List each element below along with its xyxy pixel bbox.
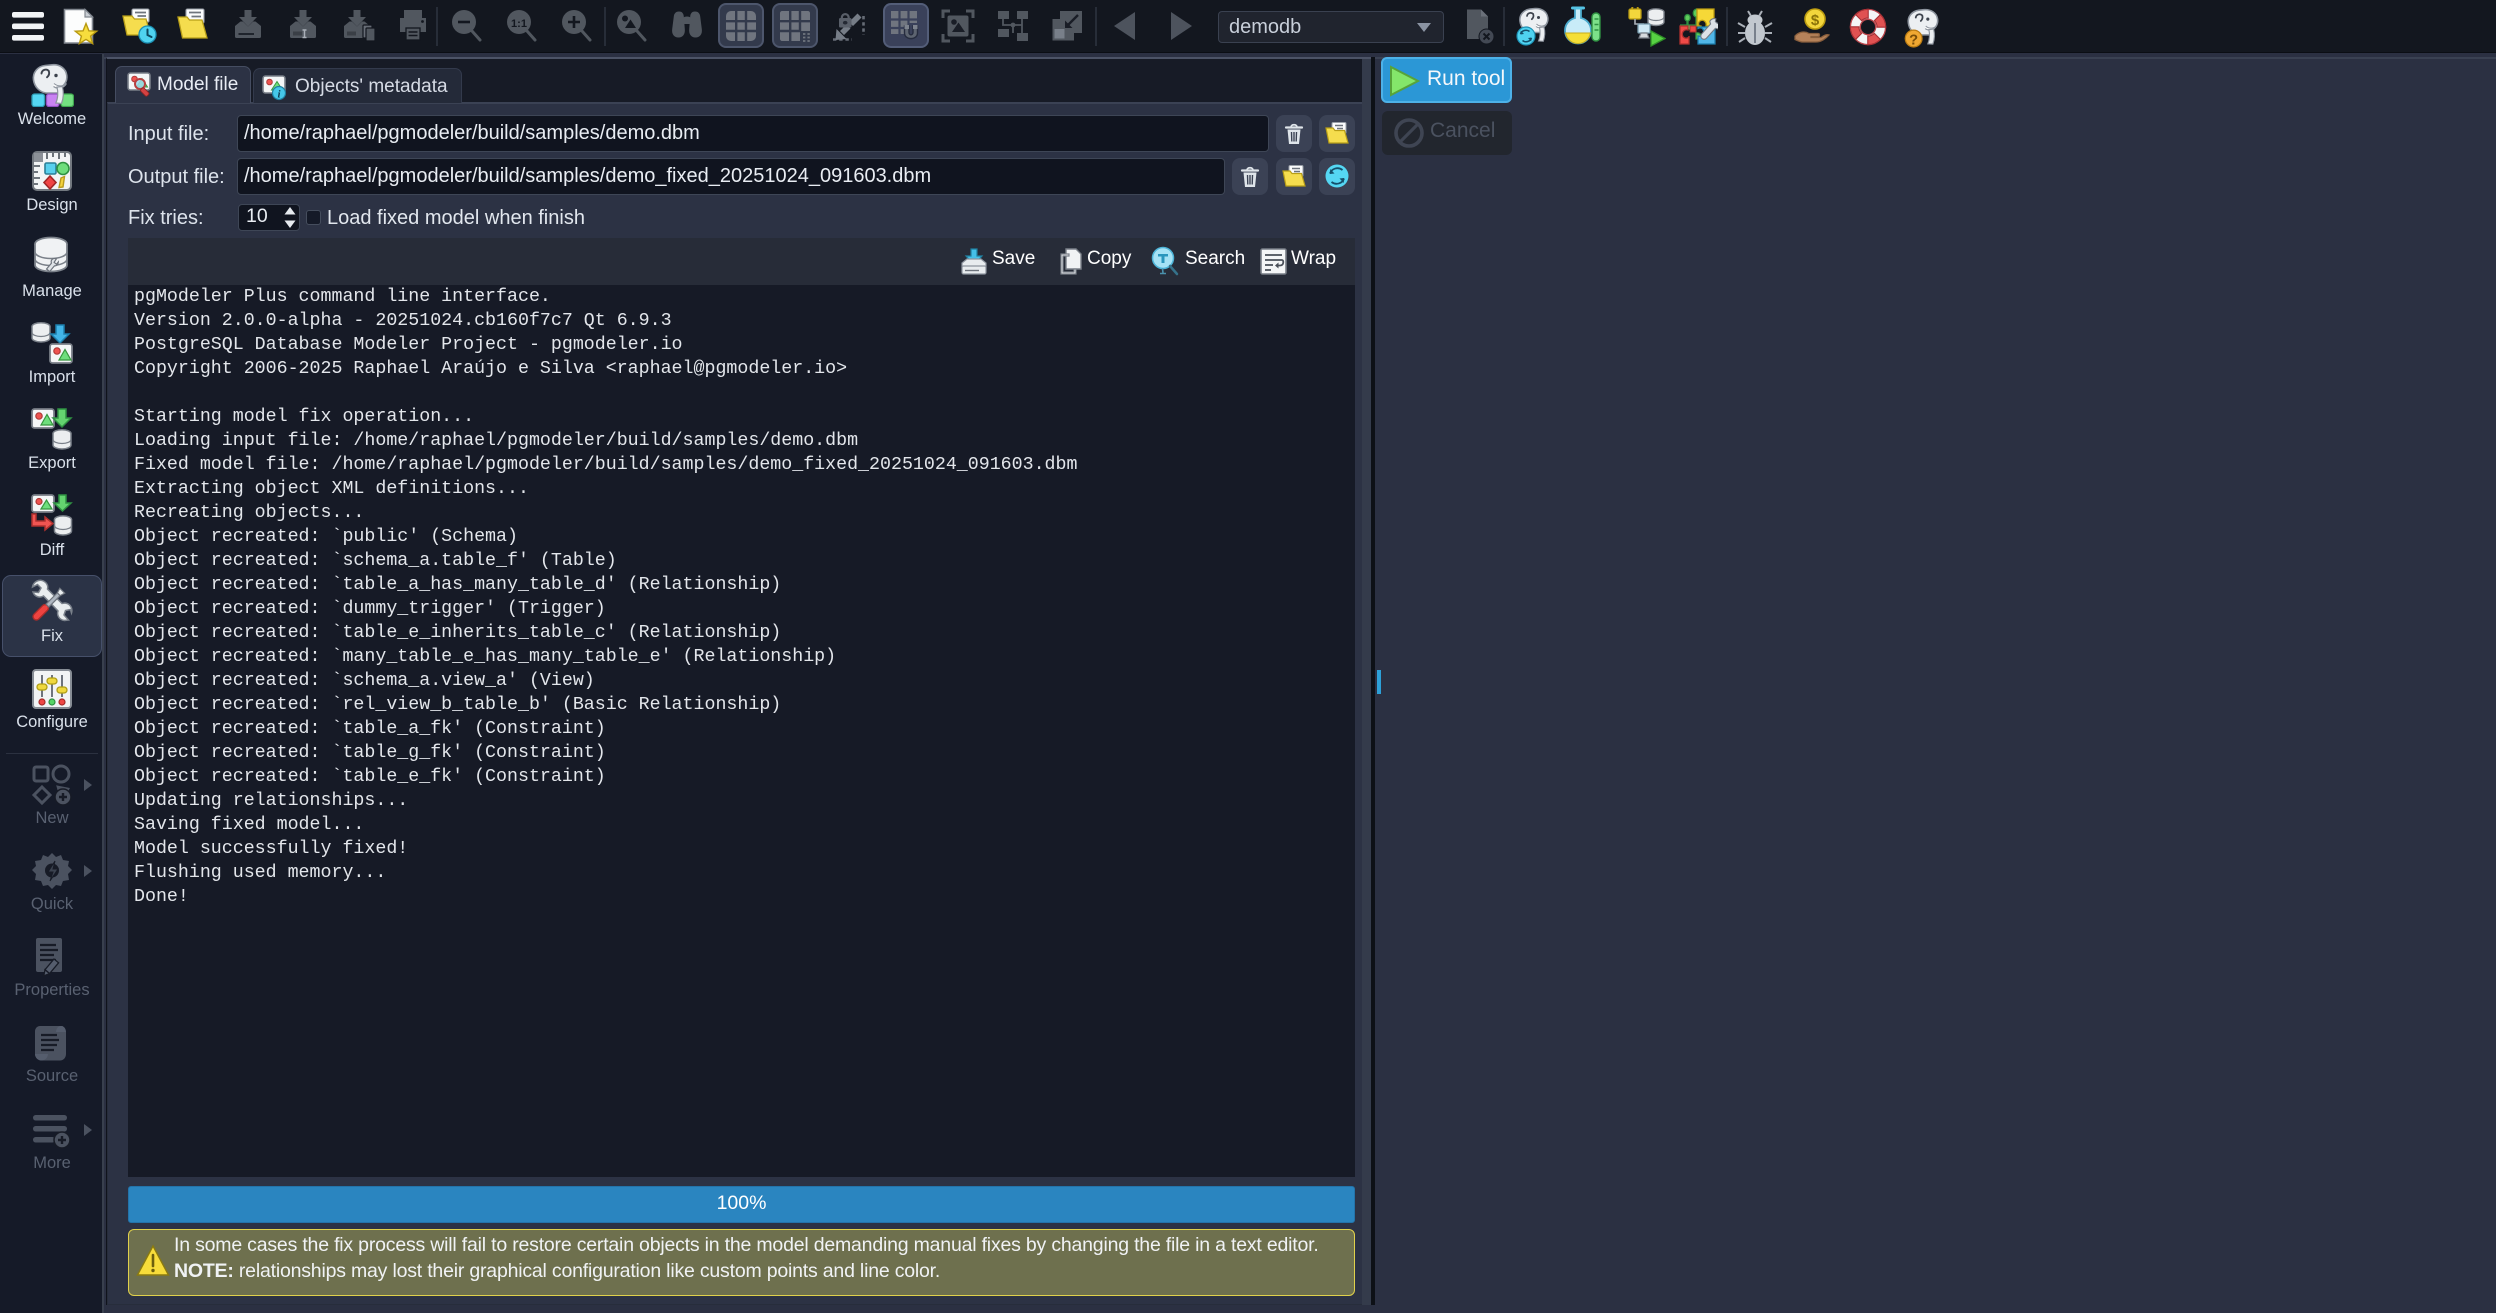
svg-text:?: ? bbox=[1909, 32, 1918, 48]
svg-text:$: $ bbox=[1811, 12, 1820, 29]
svg-text:1:1: 1:1 bbox=[511, 18, 527, 30]
